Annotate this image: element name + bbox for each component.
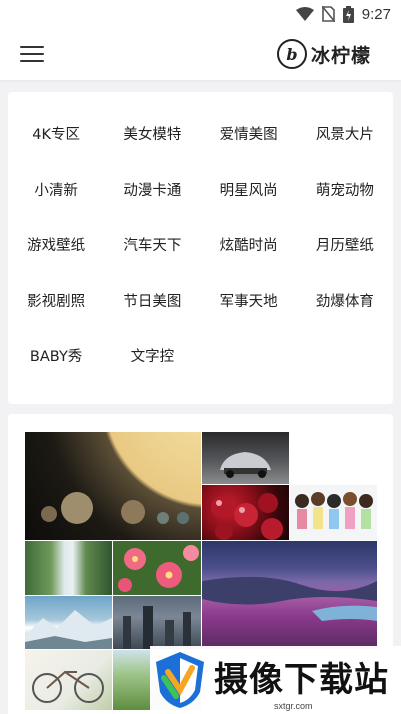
bicycle-image[interactable] — [25, 650, 112, 710]
app-logo-icon: b — [276, 39, 307, 69]
sci-fi-city-image[interactable] — [113, 596, 201, 649]
category-card: 4K专区 美女模特 爱情美图 风景大片 小清新 动漫卡通 明星风尚 萌宠动物 游… — [8, 92, 393, 404]
category-item[interactable]: 劲爆体育 — [297, 273, 393, 329]
category-item[interactable]: 游戏壁纸 — [8, 217, 104, 273]
category-item[interactable]: 爱情美图 — [201, 106, 297, 162]
category-item[interactable]: 美女模特 — [104, 106, 200, 162]
category-item[interactable]: 萌宠动物 — [297, 162, 393, 218]
shield-logo-icon — [156, 652, 204, 708]
watermark-url: sxtgr.com — [274, 701, 313, 711]
sports-car-image[interactable] — [202, 432, 289, 484]
category-item[interactable]: 动漫卡通 — [104, 162, 200, 218]
planets-image[interactable] — [25, 432, 201, 540]
cherries-image[interactable] — [202, 485, 289, 540]
pink-flowers-image[interactable] — [113, 541, 201, 595]
category-item[interactable]: 节日美图 — [104, 273, 200, 329]
category-item[interactable]: 明星风尚 — [201, 162, 297, 218]
waterfall-image[interactable] — [25, 541, 112, 595]
app-brand: b 冰柠檬 — [276, 39, 371, 69]
category-item[interactable]: 炫酷时尚 — [201, 217, 297, 273]
category-item[interactable]: 风景大片 — [297, 106, 393, 162]
status-time: 9:27 — [361, 5, 391, 23]
app-bar: b 冰柠檬 — [0, 28, 401, 80]
anime-girls-image[interactable] — [290, 485, 377, 540]
app-name: 冰柠檬 — [310, 44, 371, 67]
category-item[interactable]: 月历壁纸 — [297, 217, 393, 273]
battery-charging-icon — [342, 5, 354, 23]
category-item[interactable]: 军事天地 — [201, 273, 297, 329]
category-item[interactable]: BABY秀 — [8, 328, 104, 384]
watermark-text: 摄像下载站 — [214, 660, 389, 700]
category-item[interactable]: 汽车天下 — [104, 217, 200, 273]
wifi-icon — [295, 7, 314, 21]
hamburger-menu-icon[interactable] — [20, 41, 44, 67]
category-grid: 4K专区 美女模特 爱情美图 风景大片 小清新 动漫卡通 明星风尚 萌宠动物 游… — [8, 106, 393, 384]
category-item[interactable]: 4K专区 — [8, 106, 104, 162]
status-bar: 9:27 — [0, 0, 401, 28]
watermark-banner: 摄像下载站 sxtgr.com — [150, 646, 401, 714]
purple-flower-field-image[interactable] — [202, 541, 377, 649]
category-item[interactable]: 文字控 — [104, 328, 200, 384]
snow-mountain-image[interactable] — [25, 596, 112, 649]
category-item[interactable]: 小清新 — [8, 162, 104, 218]
category-item[interactable]: 影视剧照 — [8, 273, 104, 329]
no-sim-icon — [321, 6, 335, 22]
